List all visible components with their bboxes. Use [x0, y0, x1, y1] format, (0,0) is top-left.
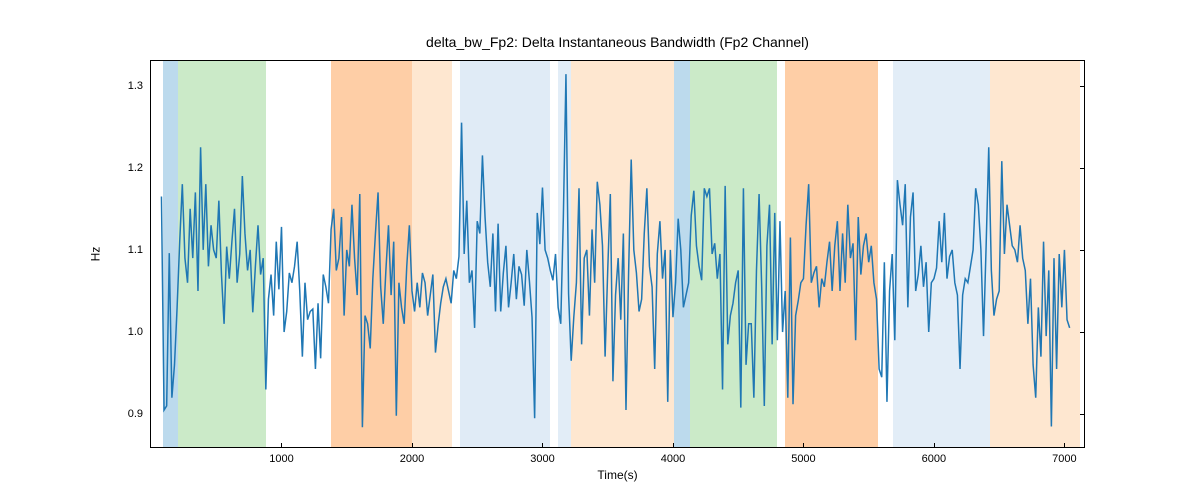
- y-tick-mark: [1080, 332, 1085, 333]
- y-tick-mark: [1080, 86, 1085, 87]
- x-tick-label: 7000: [1052, 447, 1076, 465]
- y-tick-label: 0.9: [128, 408, 151, 420]
- x-tick-mark: [281, 443, 282, 448]
- plot-area: 0.91.01.11.21.31000200030004000500060007…: [150, 60, 1085, 448]
- y-tick-mark: [1080, 168, 1085, 169]
- x-tick-mark: [673, 443, 674, 448]
- x-tick-label: 1000: [269, 447, 293, 465]
- y-tick-mark: [1080, 414, 1085, 415]
- y-axis-label: Hz: [88, 60, 103, 448]
- x-tick-label: 6000: [922, 447, 946, 465]
- x-tick-mark: [412, 443, 413, 448]
- y-tick-label: 1.1: [128, 244, 151, 256]
- line-plot-svg: [151, 61, 1084, 447]
- x-tick-label: 3000: [530, 447, 554, 465]
- x-axis-label: Time(s): [150, 468, 1085, 482]
- x-tick-mark: [542, 443, 543, 448]
- x-tick-label: 4000: [661, 447, 685, 465]
- x-tick-label: 5000: [791, 447, 815, 465]
- data-line: [161, 74, 1069, 427]
- chart-title: delta_bw_Fp2: Delta Instantaneous Bandwi…: [150, 34, 1085, 50]
- x-tick-mark: [803, 443, 804, 448]
- y-tick-label: 1.0: [128, 326, 151, 338]
- y-tick-label: 1.2: [128, 162, 151, 174]
- x-tick-mark: [1064, 443, 1065, 448]
- y-tick-mark: [1080, 250, 1085, 251]
- x-tick-mark: [934, 443, 935, 448]
- x-tick-label: 2000: [400, 447, 424, 465]
- y-tick-label: 1.3: [128, 80, 151, 92]
